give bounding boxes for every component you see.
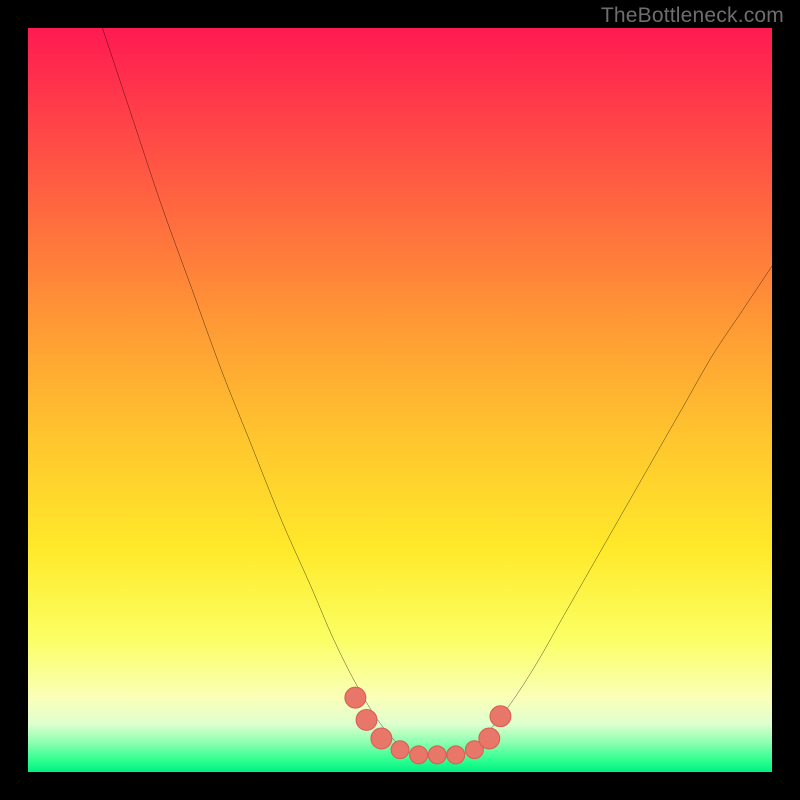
marker-dot	[345, 687, 366, 708]
marker-dot	[428, 746, 446, 764]
marker-dot	[391, 741, 409, 759]
highlight-markers	[345, 687, 511, 764]
marker-dot	[356, 710, 377, 731]
marker-dot	[447, 746, 465, 764]
curve-layer	[28, 28, 772, 772]
marker-dot	[410, 746, 428, 764]
marker-dot	[479, 728, 500, 749]
plot-area	[28, 28, 772, 772]
bottleneck-curve	[102, 28, 772, 756]
marker-dot	[490, 706, 511, 727]
marker-dot	[371, 728, 392, 749]
watermark-text: TheBottleneck.com	[601, 4, 784, 28]
chart-frame: TheBottleneck.com	[0, 0, 800, 800]
